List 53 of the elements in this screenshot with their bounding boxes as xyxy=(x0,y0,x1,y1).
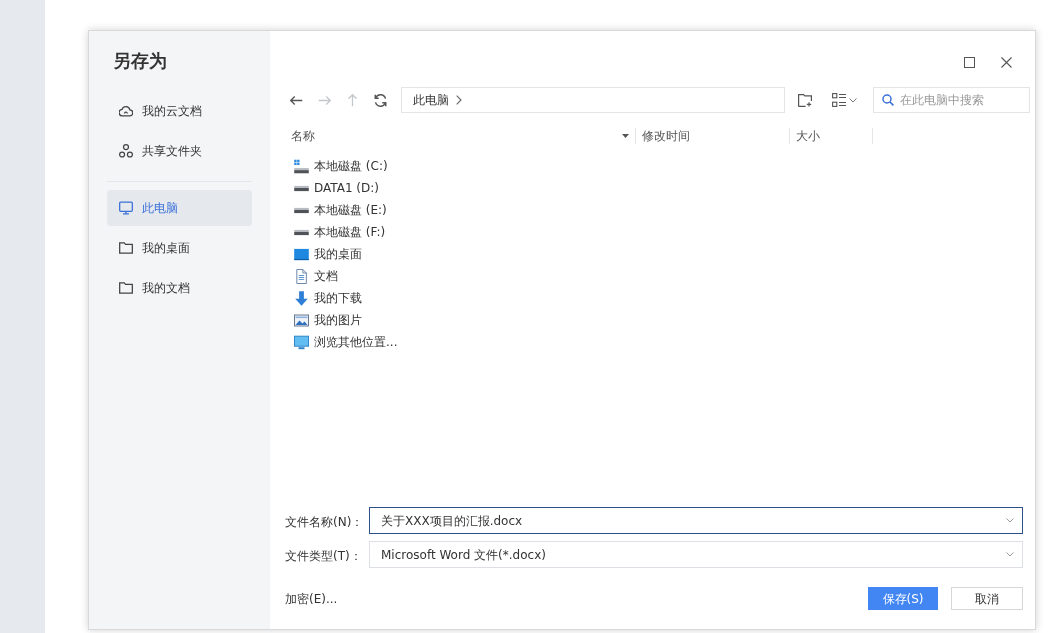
close-icon xyxy=(1000,56,1012,68)
breadcrumb-item[interactable]: 此电脑 xyxy=(413,91,449,109)
sidebar-item[interactable]: 我的桌面 xyxy=(107,230,252,266)
arrow-up-icon xyxy=(345,93,359,107)
file-list-item[interactable]: 本地磁盘 (F:) xyxy=(285,221,388,243)
sidebar-item[interactable]: 共享文件夹 xyxy=(107,133,252,169)
search-icon xyxy=(882,94,894,106)
arrow-right-icon xyxy=(317,93,331,107)
save-button[interactable]: 保存(S) xyxy=(868,587,938,610)
desktop-icon xyxy=(294,246,309,262)
arrow-left-icon xyxy=(289,93,303,107)
file-list-item[interactable]: 我的下载 xyxy=(285,287,364,309)
folder-icon xyxy=(119,281,133,295)
column-header[interactable]: 名称 xyxy=(285,124,635,148)
sidebar-item[interactable]: 我的云文档 xyxy=(107,93,252,129)
search-field[interactable]: 在此电脑中搜索 xyxy=(873,87,1030,113)
address-bar[interactable]: 此电脑 xyxy=(401,87,785,113)
file-list-item[interactable]: DATA1 (D:) xyxy=(285,177,381,199)
sort-caret-icon xyxy=(622,134,629,138)
file-type-dropdown[interactable]: Microsoft Word 文件(*.docx) xyxy=(369,541,1023,568)
refresh-icon xyxy=(373,93,387,107)
chevron-down-icon xyxy=(1006,552,1014,557)
column-header[interactable]: 大小 xyxy=(790,124,872,148)
chevron-right-icon xyxy=(456,95,462,105)
file-list-item[interactable]: 浏览其他位置... xyxy=(285,331,400,353)
download-arrow-icon xyxy=(294,290,309,306)
file-list-item[interactable]: 本地磁盘 (E:) xyxy=(285,199,389,221)
encrypt-link[interactable]: 加密(E)... xyxy=(285,589,338,608)
chevron-down-icon xyxy=(848,97,857,103)
picture-icon xyxy=(294,312,309,328)
field-label: 文件名称(N)： xyxy=(285,514,364,529)
file-name-field[interactable]: 关于XXX项目的汇报.docx xyxy=(369,507,1023,534)
folder-plus-icon xyxy=(798,93,812,107)
sidebar-item[interactable]: 此电脑 xyxy=(107,190,252,226)
file-list-item[interactable]: 本地磁盘 (C:) xyxy=(285,155,390,177)
field-label: 文件类型(T)： xyxy=(285,548,362,563)
cloud-icon xyxy=(119,104,133,118)
maximize-icon xyxy=(963,56,975,68)
folder-icon xyxy=(119,241,133,255)
file-list-item[interactable]: 我的图片 xyxy=(285,309,364,331)
drive-icon xyxy=(294,158,309,174)
document-icon xyxy=(294,268,309,284)
monitor-icon xyxy=(119,201,133,215)
list-view-icon xyxy=(831,93,846,107)
column-header[interactable]: 修改时间 xyxy=(636,124,789,148)
dialog-title: 另存为 xyxy=(113,49,167,73)
cancel-button[interactable]: 取消 xyxy=(951,587,1023,610)
monitor-icon xyxy=(294,334,309,350)
file-list-item[interactable]: 我的桌面 xyxy=(285,243,364,265)
chevron-down-icon xyxy=(1006,518,1014,523)
sidebar-item[interactable]: 我的文档 xyxy=(107,270,252,306)
three-circles-icon xyxy=(119,144,133,158)
file-list-item[interactable]: 文档 xyxy=(285,265,340,287)
